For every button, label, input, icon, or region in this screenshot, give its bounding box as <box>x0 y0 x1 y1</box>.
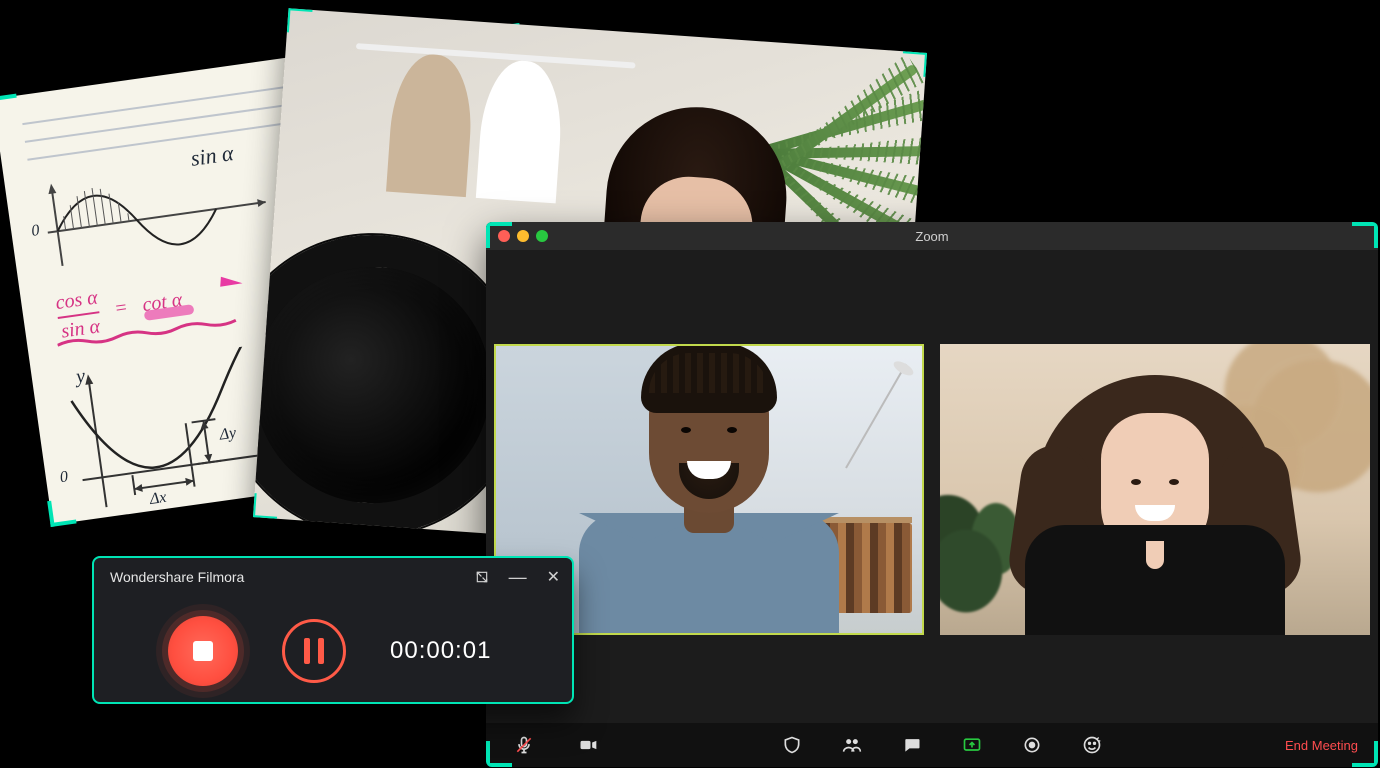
microphone-icon[interactable] <box>514 735 534 755</box>
chat-icon[interactable] <box>902 735 922 755</box>
screen-recorder-window: Wondershare Filmora — ✕ 00:00:01 <box>92 556 574 704</box>
expand-icon[interactable] <box>475 567 489 587</box>
pause-icon <box>304 638 310 664</box>
pause-record-button[interactable] <box>282 619 346 683</box>
equals-sign: = <box>113 296 129 320</box>
zoom-window: Zoom <box>486 222 1378 767</box>
cot-alpha-label: cot α <box>141 288 184 316</box>
record-icon[interactable] <box>1022 735 1042 755</box>
record-timer: 00:00:01 <box>390 637 491 665</box>
reactions-icon[interactable] <box>1082 735 1102 755</box>
minimize-icon[interactable]: — <box>509 567 527 587</box>
zoom-toolbar: End Meeting <box>486 723 1378 767</box>
participants-icon[interactable] <box>842 735 862 755</box>
delta-y-label: Δy <box>218 424 237 444</box>
participant-tile-2[interactable] <box>940 344 1370 635</box>
end-meeting-button[interactable]: End Meeting <box>1285 738 1378 753</box>
delta-x-label: Δx <box>149 489 168 509</box>
zoom-video-area <box>486 250 1378 723</box>
stop-record-button[interactable] <box>168 616 238 686</box>
zero-label-bottom: 0 <box>59 468 69 487</box>
sine-wave-sketch <box>31 151 281 274</box>
zoom-window-title: Zoom <box>486 229 1378 244</box>
pencil-icon <box>220 277 243 289</box>
video-icon[interactable] <box>578 735 598 755</box>
zoom-titlebar[interactable]: Zoom <box>486 222 1378 250</box>
stop-icon <box>193 641 213 661</box>
recorder-title: Wondershare Filmora <box>110 569 244 585</box>
fraction-numerator: cos α <box>54 286 99 314</box>
shield-icon[interactable] <box>782 735 802 755</box>
close-icon[interactable]: ✕ <box>547 567 560 587</box>
share-screen-icon[interactable] <box>962 735 982 755</box>
